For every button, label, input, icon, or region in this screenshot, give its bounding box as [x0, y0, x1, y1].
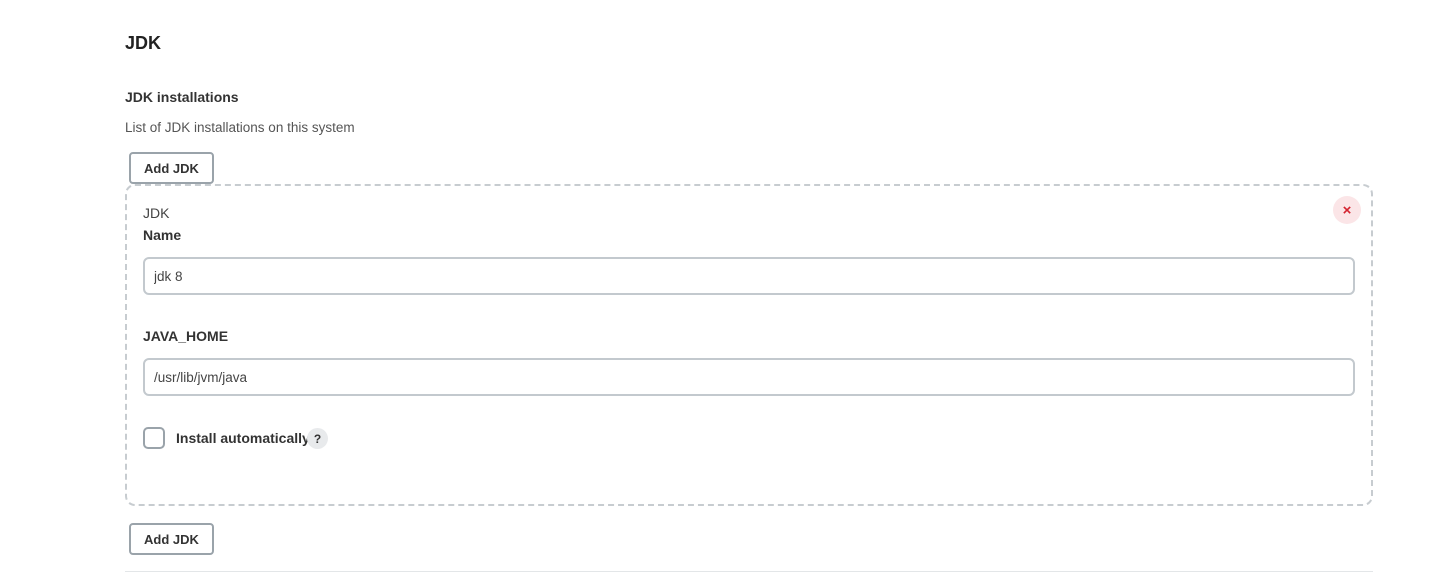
jdk-installations-label: JDK installations	[125, 89, 239, 105]
page: JDK JDK installations List of JDK instal…	[0, 0, 1445, 585]
section-title: JDK	[125, 33, 162, 53]
add-jdk-button-bottom[interactable]: Add JDK	[129, 523, 214, 555]
name-label: Name	[143, 227, 182, 243]
close-icon: ×	[1342, 201, 1352, 219]
question-mark-glyph: ?	[313, 431, 322, 446]
add-jdk-button-top[interactable]: Add JDK	[129, 152, 214, 184]
delete-jdk-button[interactable]: ×	[1333, 196, 1361, 224]
java-home-input[interactable]	[143, 358, 1355, 396]
install-automatically-label[interactable]: Install automatically	[176, 430, 310, 446]
jdk-installation-item: JDK × Name JAVA_HOME Install automatical…	[125, 184, 1373, 506]
jdk-installations-description: List of JDK installations on this system	[125, 120, 355, 135]
section-divider	[125, 571, 1373, 572]
java-home-label: JAVA_HOME	[143, 328, 229, 344]
jdk-name-input[interactable]	[143, 257, 1355, 295]
help-icon[interactable]: ?	[307, 428, 328, 449]
install-automatically-checkbox[interactable]	[143, 427, 165, 449]
jdk-item-header: JDK	[143, 205, 170, 221]
